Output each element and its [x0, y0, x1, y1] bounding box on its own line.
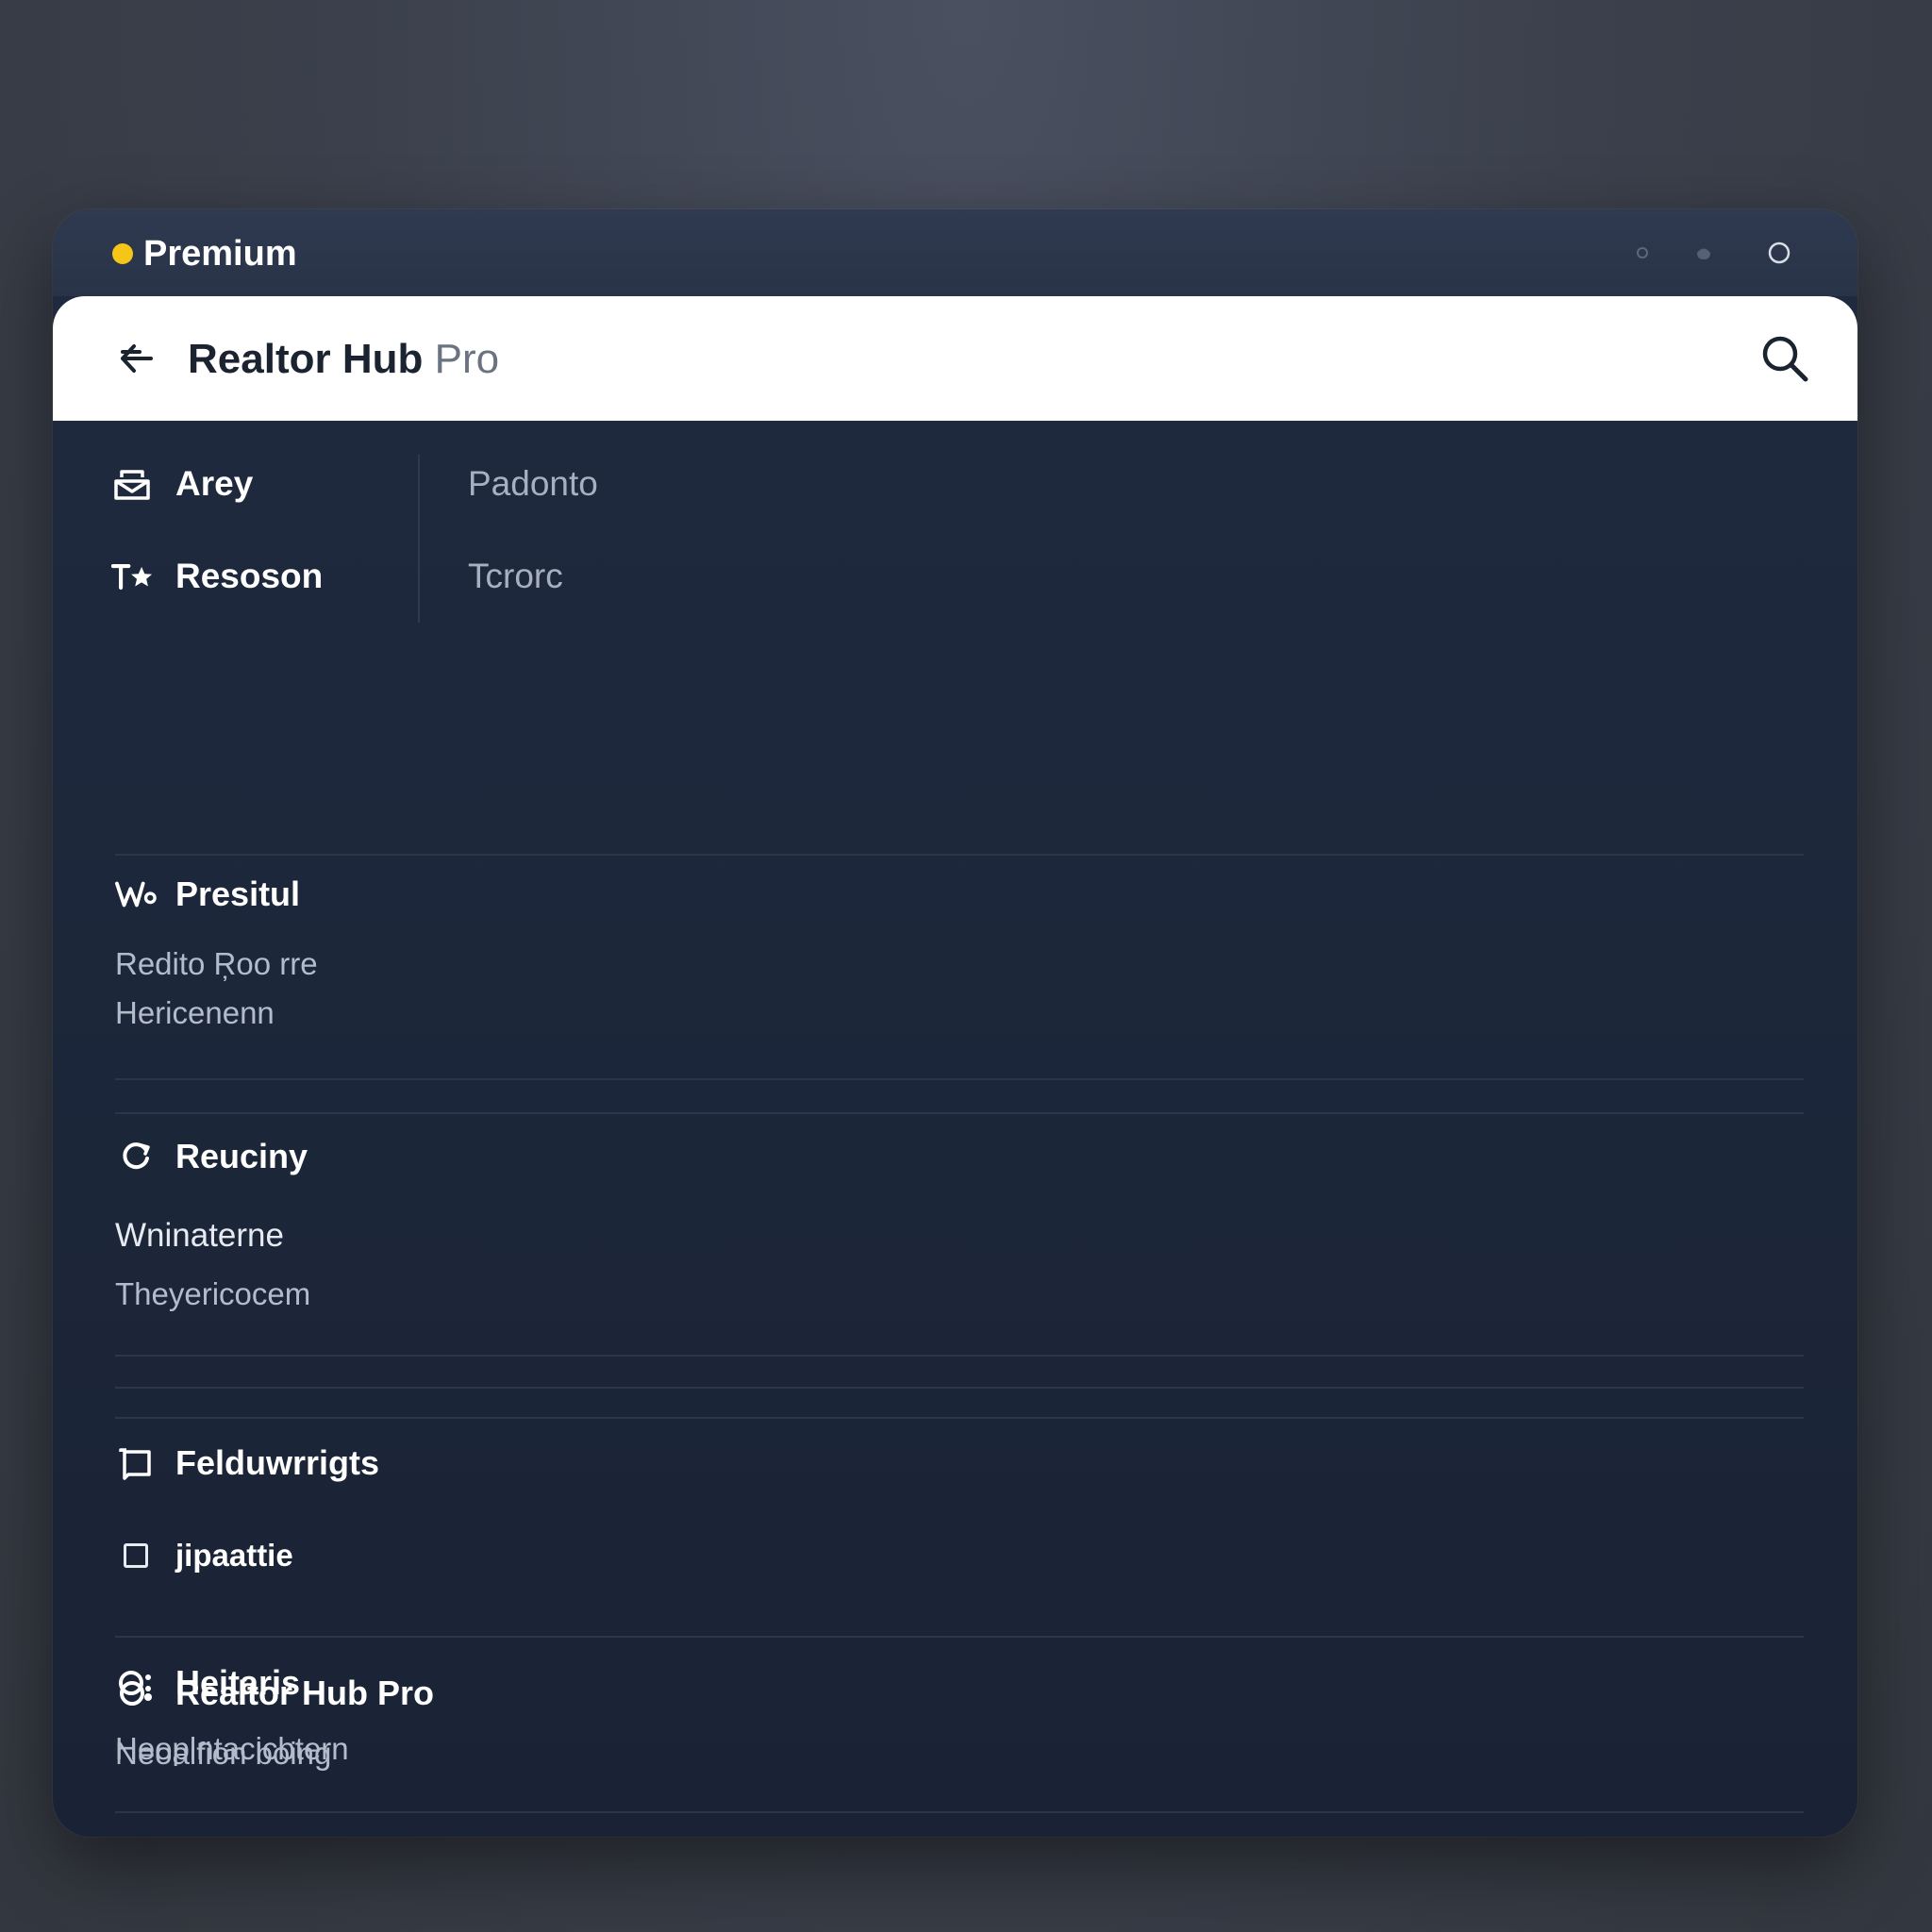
- dot-icon[interactable]: [1624, 209, 1661, 296]
- divider: [115, 1387, 1804, 1389]
- section-header[interactable]: Heitaris: [115, 1655, 1804, 1711]
- vertical-divider: [418, 455, 420, 623]
- nav-item-resoson[interactable]: Resoson: [111, 543, 323, 609]
- mailbox-icon: [111, 463, 153, 505]
- divider: [115, 854, 1804, 856]
- divider: [115, 1078, 1804, 1080]
- divider: [115, 1636, 1804, 1638]
- drop-icon[interactable]: [1685, 209, 1723, 296]
- circle-arrow-icon: [115, 1136, 157, 1177]
- checkbox-row[interactable]: jipaattie: [115, 1527, 1804, 1584]
- section-header[interactable]: Presitul: [115, 866, 1804, 923]
- section-line: Wninaterne: [115, 1217, 284, 1254]
- wave-icon: [115, 874, 157, 915]
- section-line: Theyericocem: [115, 1276, 311, 1311]
- section-title: Felduwrrigts: [175, 1443, 380, 1482]
- nav-item-label: Resoson: [175, 557, 324, 595]
- section-title: Reuciny: [175, 1137, 308, 1175]
- divider: [115, 1417, 1804, 1419]
- app-window: Premium Realtor Hub Pro Arey Resoson Pad…: [53, 209, 1857, 1837]
- section-felduwrrigts: Felduwrrigts jipaattie: [115, 1435, 1804, 1584]
- text-star-icon: [111, 556, 153, 597]
- section-line: Hericenenn: [115, 995, 275, 1030]
- arrow-left-icon[interactable]: [105, 327, 167, 390]
- app-title: Realtor Hub Pro: [188, 334, 499, 385]
- section-heitaris: Heitaris Heoplntacicbtern: [115, 1655, 1804, 1774]
- app-title-strong: Realtor Hub: [188, 336, 424, 382]
- nav-value-text: Tcrorc: [468, 557, 563, 595]
- section-line: Redito Ŗoo rre: [115, 946, 318, 981]
- checkbox[interactable]: [115, 1535, 157, 1576]
- circle-icon[interactable]: [1760, 209, 1798, 296]
- divider: [115, 1355, 1804, 1357]
- premium-dot-icon: [112, 243, 133, 264]
- premium-badge-label: Premium: [143, 234, 297, 274]
- divider: [115, 1112, 1804, 1114]
- section-presitul: Presitul Redito Ŗoo rre Hericenenn: [115, 866, 1804, 1038]
- circle-colon-icon: [115, 1662, 157, 1704]
- section-reuciny: Reuciny Wninaterne Theyericocem: [115, 1128, 1804, 1319]
- nav-value-tcrorc[interactable]: Tcrorc: [468, 543, 563, 609]
- section-line: Heoplntacicbtern: [115, 1731, 349, 1766]
- section-header[interactable]: Felduwrrigts: [115, 1435, 1804, 1491]
- section-header[interactable]: Reuciny: [115, 1128, 1804, 1185]
- app-title-light: Pro: [434, 336, 500, 382]
- app-header: Realtor Hub Pro: [53, 296, 1857, 421]
- frame-icon: [115, 1442, 157, 1484]
- nav-value-text: Padonto: [468, 464, 598, 503]
- search-icon[interactable]: [1749, 323, 1821, 394]
- overview-grid: Arey Resoson Padonto Tcrorc: [53, 421, 1857, 638]
- nav-item-arey[interactable]: Arey: [111, 451, 253, 517]
- nav-item-label: Arey: [175, 464, 254, 503]
- main-content: Arey Resoson Padonto Tcrorc Presitul Red…: [53, 421, 1857, 1837]
- section-title: Presitul: [175, 874, 301, 913]
- divider: [115, 1811, 1804, 1813]
- top-status-bar: Premium: [53, 209, 1857, 296]
- section-title: Heitaris: [175, 1663, 301, 1702]
- checkbox-label: jipaattie: [175, 1538, 293, 1573]
- nav-value-padonto[interactable]: Padonto: [468, 451, 598, 517]
